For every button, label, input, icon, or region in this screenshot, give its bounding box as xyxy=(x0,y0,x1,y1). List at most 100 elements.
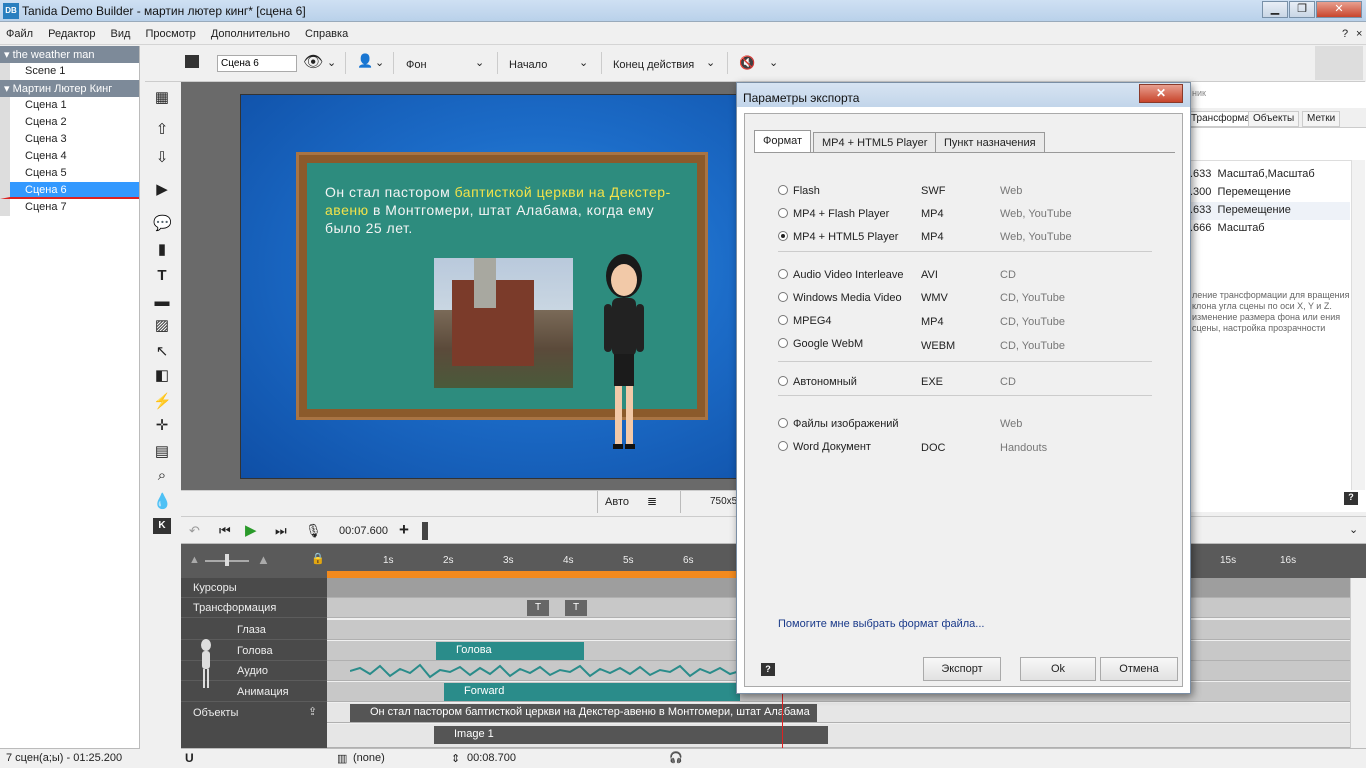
menu-preview[interactable]: Просмотр xyxy=(140,24,202,40)
image-icon[interactable]: ▨ xyxy=(153,318,171,334)
menu-file[interactable]: Файл xyxy=(0,24,39,40)
head-clip[interactable]: Голова xyxy=(436,642,584,660)
property-row[interactable]: .300 Перемещение xyxy=(1190,184,1354,202)
chevron-down-icon[interactable]: ⌄ xyxy=(1349,523,1358,536)
callout-icon[interactable]: 💬 xyxy=(153,216,172,232)
tree-item-scene[interactable]: Scene 1 xyxy=(0,63,139,80)
close-doc-icon[interactable]: × xyxy=(1350,24,1366,40)
option-mp4-html5[interactable]: MP4 + HTML5 Player xyxy=(778,231,898,243)
track-cursors[interactable]: Курсоры xyxy=(181,578,327,598)
chevron-down-icon[interactable]: ⌄ xyxy=(475,56,484,69)
chevron-down-icon[interactable]: ⌄ xyxy=(706,56,715,69)
radio-selected-icon[interactable] xyxy=(778,231,788,241)
property-row[interactable]: .633 Перемещение xyxy=(1190,202,1350,220)
drop-icon[interactable]: 💧 xyxy=(153,494,172,510)
option-webm[interactable]: Google WebM xyxy=(778,338,863,350)
sound-off-icon[interactable]: 🔇 xyxy=(739,55,755,71)
dialog-close-button[interactable]: ✕ xyxy=(1139,84,1183,103)
track-eyes[interactable]: Глаза xyxy=(181,620,327,640)
character-woman[interactable] xyxy=(594,246,654,456)
scene-properties-icon[interactable] xyxy=(185,55,199,68)
layer-selection[interactable]: (none) xyxy=(353,752,385,764)
option-word[interactable]: Word Документ xyxy=(778,441,871,453)
move-up-icon[interactable]: ⇧ xyxy=(153,122,171,138)
headphones-icon[interactable]: 🎧 xyxy=(669,751,683,764)
transform-keyframe[interactable]: T xyxy=(527,600,549,616)
tree-group-mlk[interactable]: ▾ Мартин Лютер Кинг xyxy=(0,80,139,97)
zoom-out-icon[interactable]: ▲ xyxy=(189,554,200,566)
upload-icon[interactable]: ⇪ xyxy=(308,705,317,718)
option-mp4-flash[interactable]: MP4 + Flash Player xyxy=(778,208,889,220)
background-dropdown[interactable]: Фон xyxy=(406,59,427,71)
lock-icon[interactable]: 🔒 xyxy=(311,552,325,565)
radio-icon[interactable] xyxy=(778,418,788,428)
tab-format[interactable]: Формат xyxy=(754,130,812,153)
menu-help[interactable]: Справка xyxy=(299,24,354,40)
layout-icon[interactable]: ▦ xyxy=(153,90,171,106)
animation-clip[interactable]: Forward xyxy=(444,683,740,701)
skip-forward-icon[interactable]: ⏭ xyxy=(275,523,287,539)
end-action-dropdown[interactable]: Конец действия xyxy=(613,59,694,71)
radio-icon[interactable] xyxy=(778,315,788,325)
church-image[interactable] xyxy=(434,258,573,388)
tab-markers[interactable]: Метки xyxy=(1302,111,1341,127)
close-window-button[interactable]: ✕ xyxy=(1316,1,1362,18)
export-button[interactable]: Экспорт xyxy=(923,657,1001,681)
zoom-icon[interactable]: ⌕ xyxy=(153,468,171,484)
menu-extra[interactable]: Дополнительно xyxy=(205,24,296,40)
rectangle-icon[interactable]: ▬ xyxy=(153,294,171,310)
undo-icon[interactable]: ↶ xyxy=(189,523,200,539)
radio-icon[interactable] xyxy=(778,376,788,386)
option-flash[interactable]: Flash xyxy=(778,185,820,197)
radio-icon[interactable] xyxy=(778,208,788,218)
layer-icon[interactable]: ▥ xyxy=(337,752,347,765)
tree-item-scene-2[interactable]: Сцена 2 xyxy=(0,114,139,131)
menu-editor[interactable]: Редактор xyxy=(42,24,101,40)
note-icon[interactable]: ▮ xyxy=(153,242,171,258)
tree-group-weather[interactable]: ▾ the weather man xyxy=(0,46,139,63)
property-row[interactable]: .666 Масштаб xyxy=(1190,220,1354,238)
zoom-in-icon[interactable]: ▲ xyxy=(257,552,270,567)
chevron-down-icon[interactable]: ⌄ xyxy=(769,56,778,69)
marker-icon[interactable] xyxy=(422,522,428,540)
hotspot-icon[interactable]: ✛ xyxy=(153,418,171,434)
tab-destination[interactable]: Пункт назначения xyxy=(935,132,1045,153)
maximize-button[interactable]: ❐ xyxy=(1289,1,1315,18)
fit-icon[interactable]: ≣ xyxy=(647,494,657,508)
image-object-clip[interactable]: Image 1 xyxy=(434,726,828,744)
microphone-icon[interactable]: 🎙 xyxy=(305,523,322,539)
option-mpeg4[interactable]: MPEG4 xyxy=(778,315,832,327)
transform-keyframe[interactable]: T xyxy=(565,600,587,616)
tree-item-scene-4[interactable]: Сцена 4 xyxy=(0,148,139,165)
slide-caption[interactable]: Он стал пастором баптисткой церкви на Де… xyxy=(325,183,675,237)
radio-icon[interactable] xyxy=(778,441,788,451)
user-icon[interactable]: 👤 xyxy=(357,53,373,69)
property-row[interactable]: .633 Масштаб,Масштаб xyxy=(1190,166,1354,184)
tree-item-scene-7[interactable]: Сцена 7 xyxy=(0,199,139,216)
start-dropdown[interactable]: Начало xyxy=(509,59,547,71)
option-images[interactable]: Файлы изображений xyxy=(778,418,899,430)
timeline-scrollbar[interactable] xyxy=(1350,578,1366,748)
ok-button[interactable]: Ok xyxy=(1020,657,1096,681)
chevron-down-icon[interactable]: ⌄ xyxy=(375,56,384,69)
help-icon[interactable]: ? xyxy=(1344,492,1358,505)
magnet-icon[interactable]: U xyxy=(185,751,194,765)
cancel-button[interactable]: Отмена xyxy=(1100,657,1178,681)
audio-waveform[interactable] xyxy=(350,663,740,679)
option-standalone[interactable]: Автономный xyxy=(778,376,857,388)
option-avi[interactable]: Audio Video Interleave xyxy=(778,269,904,281)
chevron-down-icon[interactable]: ⌄ xyxy=(579,56,588,69)
text-tool-icon[interactable]: T xyxy=(153,268,171,284)
tree-item-scene-6[interactable]: Сцена 6 xyxy=(0,182,139,199)
skip-back-icon[interactable]: ⏮ xyxy=(219,523,231,539)
menu-view[interactable]: Вид xyxy=(105,24,137,40)
toggle-icon[interactable]: ◧ xyxy=(153,368,171,384)
move-down-icon[interactable]: ⇩ xyxy=(153,150,171,166)
text-object-clip[interactable]: Он стал пастором баптисткой церкви на Де… xyxy=(350,704,817,722)
tree-item-scene-3[interactable]: Сцена 3 xyxy=(0,131,139,148)
tab-objects[interactable]: Объекты xyxy=(1248,111,1300,127)
radio-icon[interactable] xyxy=(778,269,788,279)
add-icon[interactable]: + xyxy=(399,520,409,540)
radio-icon[interactable] xyxy=(778,185,788,195)
help-icon[interactable]: ? xyxy=(761,663,775,676)
